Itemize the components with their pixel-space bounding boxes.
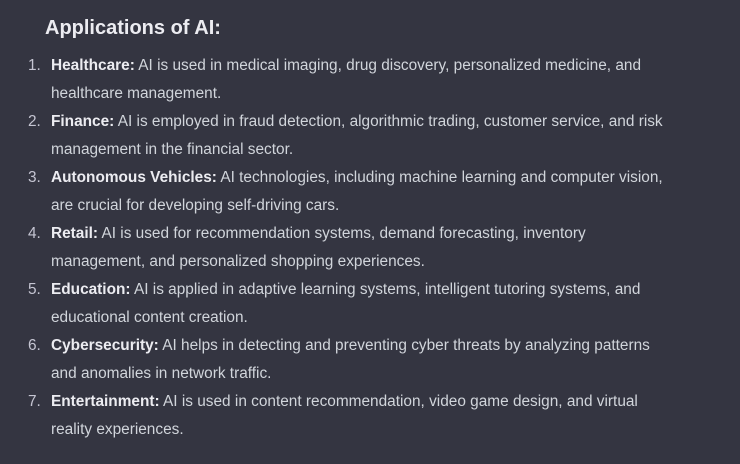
list-item-number: 4.: [28, 225, 41, 242]
list-item: 1. Healthcare: AI is used in medical imag…: [28, 52, 668, 108]
list-item-number: 1.: [28, 57, 41, 74]
list-item: 4. Retail: AI is used for recommendation …: [28, 220, 668, 276]
list-item-number: 6.: [28, 337, 41, 354]
list-item-label: Cybersecurity:: [51, 337, 159, 354]
list-item: 7. Entertainment: AI is used in content r…: [28, 388, 668, 444]
list-item-number: 7.: [28, 393, 41, 410]
list-item-text: AI is applied in adaptive learning syste…: [51, 281, 641, 326]
list-item-text: AI is employed in fraud detection, algor…: [51, 113, 663, 158]
list-item: 3. Autonomous Vehicles: AI technologies, …: [28, 164, 668, 220]
list-item-number: 3.: [28, 169, 41, 186]
applications-list: 1. Healthcare: AI is used in medical imag…: [28, 52, 668, 444]
list-item-text: AI is used in medical imaging, drug disc…: [51, 57, 642, 102]
list-item-number: 5.: [28, 281, 41, 298]
list-item-label: Education:: [51, 281, 131, 298]
chat-response: Applications of AI: 1. Healthcare: AI is …: [0, 0, 740, 464]
list-item: 5. Education: AI is applied in adaptive l…: [28, 276, 668, 332]
section-heading: Applications of AI:: [45, 17, 221, 39]
list-item-label: Entertainment:: [51, 393, 160, 410]
list-item-text: AI is used for recommendation systems, d…: [51, 225, 586, 270]
list-item: 6. Cybersecurity: AI helps in detecting a…: [28, 332, 668, 388]
list-item-label: Autonomous Vehicles:: [51, 169, 217, 186]
list-item-label: Retail:: [51, 225, 99, 242]
list-item-label: Healthcare:: [51, 57, 135, 74]
list-item: 2. Finance: AI is employed in fraud detec…: [28, 108, 668, 164]
list-item-number: 2.: [28, 113, 41, 130]
list-item-label: Finance:: [51, 113, 115, 130]
